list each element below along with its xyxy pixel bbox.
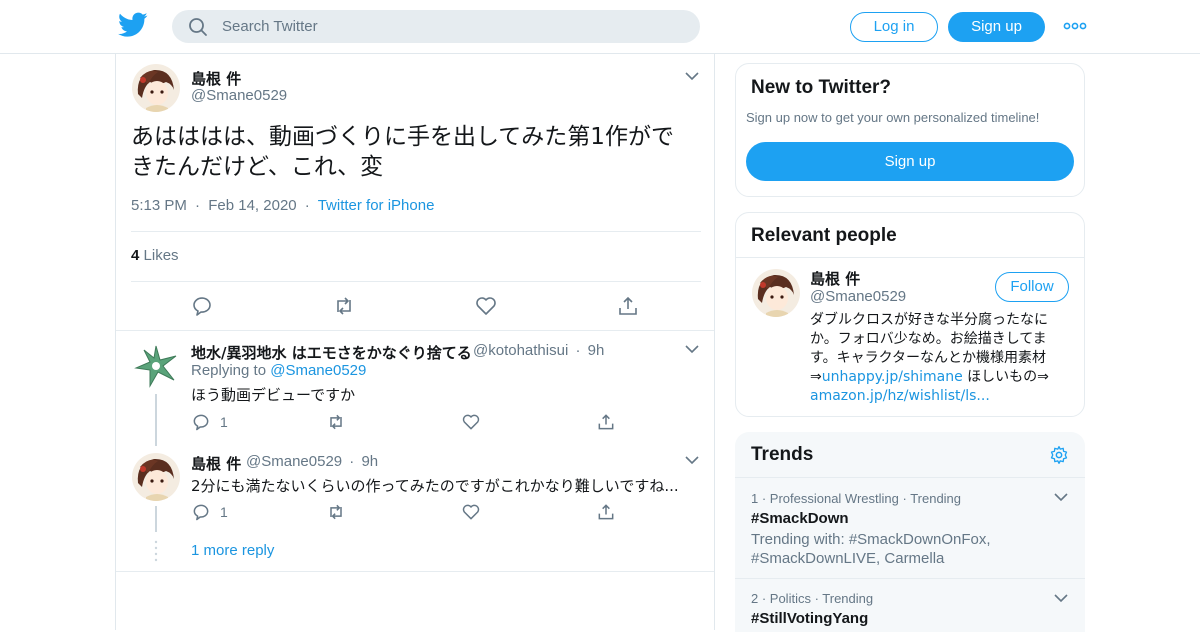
like-icon[interactable]	[461, 502, 481, 522]
trend-meta: 1 · Professional Wrestling · Trending	[751, 491, 962, 506]
card-subtitle: Sign up now to get your own personalized…	[746, 110, 1040, 125]
separator-dot: ·	[349, 453, 355, 470]
person-name[interactable]: 島根 件	[810, 268, 860, 289]
trend-related: Trending with: #SmackDownOnFox, #SmackDo…	[751, 531, 991, 567]
separator-dot: ·	[195, 197, 201, 214]
likes-number: 4	[131, 247, 140, 264]
tweet-source-link[interactable]: Twitter for iPhone	[318, 197, 435, 214]
top-bar: Log in Sign up	[0, 0, 1200, 54]
likes-label: Likes	[143, 247, 179, 264]
replying-to: Replying to @Smane0529	[191, 362, 366, 379]
thread-line	[155, 506, 157, 532]
separator-dot: ·	[304, 197, 310, 214]
tweet-author-name[interactable]: 島根 件	[191, 68, 241, 89]
card-title: New to Twitter?	[751, 77, 892, 98]
retweet-icon[interactable]	[326, 412, 346, 432]
chevron-down-icon[interactable]	[1053, 489, 1069, 505]
sidebar-signup-button[interactable]: Sign up	[746, 142, 1074, 181]
tweet-date[interactable]: Feb 14, 2020	[208, 197, 296, 214]
reply-author-name[interactable]: 地水/異羽地水 はエモさをかなぐり捨てる	[191, 342, 472, 363]
like-icon[interactable]	[474, 294, 498, 318]
tweet-timestamp: 5:13 PM · Feb 14, 2020 · Twitter for iPh…	[131, 197, 434, 214]
trend-item[interactable]: 1 · Professional Wrestling · Trending #S…	[735, 477, 1085, 578]
new-to-twitter-card: New to Twitter? Sign up now to get your …	[735, 63, 1085, 197]
login-button[interactable]: Log in	[850, 12, 938, 42]
reply-author-handle[interactable]: @kotohathisui · 9h	[473, 342, 604, 359]
person-handle[interactable]: @Smane0529	[810, 288, 906, 305]
trend-name[interactable]: #StillVotingYang	[751, 610, 868, 627]
trend-name[interactable]: #SmackDown	[751, 510, 849, 527]
share-icon[interactable]	[596, 502, 616, 522]
card-title: Relevant people	[751, 225, 897, 246]
bio-link[interactable]: unhappy.jp/shimane	[822, 369, 963, 385]
search-icon	[189, 18, 207, 36]
gear-icon[interactable]	[1049, 445, 1069, 465]
bio-link[interactable]: amazon.jp/hz/wishlist/ls...	[810, 387, 1072, 406]
relevant-people-card: Relevant people 島根 件 @Smane0529 Follow ダ…	[735, 212, 1085, 417]
reply-author-name[interactable]: 島根 件	[191, 453, 241, 474]
divider	[131, 281, 701, 282]
thread-dots-icon	[154, 540, 158, 562]
likes-count[interactable]: 4 Likes	[131, 247, 179, 264]
chevron-down-icon[interactable]	[1053, 590, 1069, 606]
tweet-text-line: きたんだけど、これ、変	[131, 154, 384, 180]
thread-line	[155, 394, 157, 446]
tweet-column: 島根 件 @Smane0529 あはははは、動画づくりに手を出してみた第1作がで…	[115, 54, 715, 630]
avatar[interactable]	[752, 269, 800, 317]
retweet-icon[interactable]	[332, 294, 356, 318]
avatar[interactable]	[132, 342, 180, 390]
follow-button[interactable]: Follow	[995, 272, 1069, 302]
reply-text: ほう動画デビューですか	[191, 386, 356, 404]
avatar[interactable]	[132, 64, 180, 112]
handle-text: @Smane0529	[246, 453, 343, 470]
divider	[116, 330, 714, 331]
twitter-bird-icon[interactable]	[118, 12, 148, 38]
tweet-author-handle[interactable]: @Smane0529	[191, 87, 287, 104]
tweet-text-line: あはははは、動画づくりに手を出してみた第1作がで	[131, 124, 674, 150]
chevron-down-icon[interactable]	[684, 452, 700, 468]
trend-item[interactable]: 2 · Politics · Trending #StillVotingYang	[735, 578, 1085, 632]
separator-dot: ·	[575, 342, 581, 359]
reply-text: 2分にも満たないくらいの作ってみたのですがこれかなり難しいですね...	[191, 477, 679, 495]
tweet-text: あはははは、動画づくりに手を出してみた第1作がで きたんだけど、これ、変	[131, 122, 701, 182]
signup-button[interactable]: Sign up	[948, 12, 1045, 42]
divider	[736, 257, 1084, 258]
reply-icon[interactable]	[191, 412, 211, 432]
divider	[116, 571, 714, 572]
replying-to-link[interactable]: @Smane0529	[270, 362, 366, 379]
handle-text: @kotohathisui	[473, 342, 569, 359]
reply-icon[interactable]	[190, 294, 214, 318]
chevron-down-icon[interactable]	[684, 68, 700, 84]
search-bar[interactable]	[172, 10, 700, 43]
reply-author-handle[interactable]: @Smane0529 · 9h	[246, 453, 378, 470]
retweet-icon[interactable]	[326, 502, 346, 522]
avatar[interactable]	[132, 453, 180, 501]
reply-icon[interactable]	[191, 502, 211, 522]
chevron-down-icon[interactable]	[684, 341, 700, 357]
reply-time[interactable]: 9h	[361, 453, 378, 470]
bio-text: ほしいもの⇒	[962, 369, 1049, 385]
reply-count: 1	[220, 504, 228, 520]
more-replies-link[interactable]: 1 more reply	[191, 542, 274, 559]
search-input[interactable]	[222, 10, 682, 43]
reply-count: 1	[220, 414, 228, 430]
reply-time[interactable]: 9h	[588, 342, 605, 359]
more-options-icon[interactable]	[1062, 16, 1088, 36]
divider	[131, 231, 701, 232]
like-icon[interactable]	[461, 412, 481, 432]
trends-title: Trends	[751, 444, 814, 465]
trends-panel: Trends 1 · Professional Wrestling · Tren…	[735, 432, 1085, 632]
person-bio: ダブルクロスが好きな半分腐ったなにか。フォロバ少なめ。お絵描きしてます。キャラク…	[810, 311, 1072, 406]
share-icon[interactable]	[596, 412, 616, 432]
share-icon[interactable]	[616, 294, 640, 318]
replying-label: Replying to	[191, 362, 267, 379]
tweet-time[interactable]: 5:13 PM	[131, 197, 187, 214]
trend-meta: 2 · Politics · Trending	[751, 591, 874, 606]
